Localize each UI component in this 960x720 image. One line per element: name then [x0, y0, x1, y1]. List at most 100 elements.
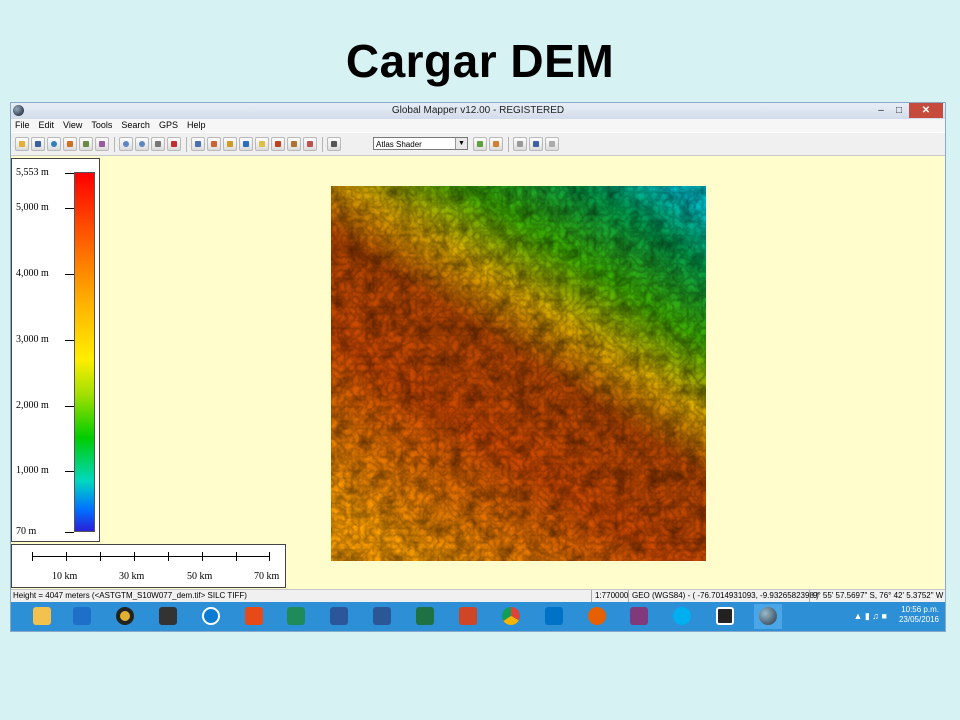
save-icon[interactable]: [31, 137, 45, 151]
gps-start-icon[interactable]: [513, 137, 527, 151]
scale-bar: 10 km 30 km 50 km 70 km: [11, 544, 286, 588]
status-divider: [809, 590, 810, 602]
status-divider: [591, 590, 592, 602]
outlook-icon[interactable]: [540, 604, 568, 629]
clock-date: 23/05/2016: [898, 615, 939, 624]
launcher-icon[interactable]: [68, 604, 96, 629]
file-explorer-icon[interactable]: [28, 604, 56, 629]
publisher-icon[interactable]: [282, 604, 310, 629]
menu-edit[interactable]: Edit: [35, 119, 60, 130]
legend-tick: [65, 173, 74, 174]
system-clock[interactable]: 10:56 p.m. 23/05/2016: [899, 605, 939, 625]
digitizer-icon[interactable]: [191, 137, 205, 151]
photos-icon[interactable]: [154, 604, 182, 629]
elevation-legend: 5,553 m 5,000 m 4,000 m 3,000 m 2,000 m …: [11, 158, 100, 542]
legend-label: 5,000 m: [16, 202, 49, 213]
scale-tick: [32, 552, 33, 561]
menu-file[interactable]: File: [11, 119, 35, 130]
shader-options-icon[interactable]: [489, 137, 503, 151]
onenote-icon[interactable]: [625, 604, 653, 629]
7zip-icon[interactable]: [711, 604, 739, 629]
status-scale: 1:770000: [595, 591, 629, 600]
word-icon[interactable]: [368, 604, 396, 629]
status-dms: 9° 55' 57.5697" S, 76° 42' 5.3752" W: [813, 591, 944, 600]
system-tray-icons[interactable]: ▲ ▮ ♫ ■: [853, 611, 887, 622]
legend-label: 70 m: [16, 526, 37, 537]
scale-label: 30 km: [119, 571, 145, 582]
gps-stop-icon[interactable]: [545, 137, 559, 151]
raster-calc-icon[interactable]: [287, 137, 301, 151]
shader-dropdown[interactable]: Atlas Shader ▼: [373, 137, 468, 150]
status-info: Height = 4047 meters (<ASTGTM_S10W077_de…: [13, 591, 247, 600]
media-player-icon[interactable]: [111, 604, 139, 629]
toolbar-separator: [322, 137, 323, 152]
zoom-out-icon[interactable]: [135, 137, 149, 151]
window-title: Global Mapper v12.00 - REGISTERED: [391, 105, 565, 116]
path-profile-icon[interactable]: [239, 137, 253, 151]
skype-icon[interactable]: [668, 604, 696, 629]
close-button[interactable]: ✕: [909, 103, 943, 118]
maximize-button[interactable]: □: [891, 103, 907, 118]
menu-help[interactable]: Help: [183, 119, 211, 130]
view-shed-icon[interactable]: [255, 137, 269, 151]
chrome-icon[interactable]: [497, 604, 525, 629]
chevron-down-icon: ▼: [455, 138, 467, 149]
zoom-in-icon[interactable]: [119, 137, 133, 151]
powerpoint-icon[interactable]: [454, 604, 482, 629]
status-divider: [628, 590, 629, 602]
app-window: Global Mapper v12.00 - REGISTERED – □ ✕ …: [10, 102, 946, 632]
grid-icon[interactable]: [303, 137, 317, 151]
legend-tick: [65, 274, 74, 275]
feature-info-icon[interactable]: [223, 137, 237, 151]
shader-dropdown-value: Atlas Shader: [376, 140, 422, 149]
office-icon[interactable]: [240, 604, 268, 629]
toolbar-separator: [508, 137, 509, 152]
measure-icon[interactable]: [207, 137, 221, 151]
menu-search[interactable]: Search: [117, 119, 155, 130]
legend-tick: [65, 532, 74, 533]
legend-tick: [65, 406, 74, 407]
legend-tick: [65, 340, 74, 341]
gps-track-icon[interactable]: [529, 137, 543, 151]
legend-tick: [65, 208, 74, 209]
copy-icon[interactable]: [63, 137, 77, 151]
scale-tick: [100, 552, 101, 561]
status-bar: Height = 4047 meters (<ASTGTM_S10W077_de…: [11, 589, 945, 602]
elevation-color-ramp: [74, 172, 95, 532]
home-icon[interactable]: [167, 137, 181, 151]
legend-label: 3,000 m: [16, 334, 49, 345]
legend-tick: [65, 471, 74, 472]
excel-icon[interactable]: [411, 604, 439, 629]
scale-label: 50 km: [187, 571, 213, 582]
menu-gps[interactable]: GPS: [155, 119, 183, 130]
menu-tools[interactable]: Tools: [87, 119, 117, 130]
3d-view-icon[interactable]: [271, 137, 285, 151]
minimize-button[interactable]: –: [873, 103, 889, 118]
scale-label: 70 km: [254, 571, 280, 582]
scale-tick: [269, 552, 270, 561]
scale-line: [32, 556, 269, 557]
palette-icon[interactable]: [473, 137, 487, 151]
scale-tick: [66, 552, 67, 561]
clock-time: 10:56 p.m.: [901, 605, 939, 614]
legend-label: 5,553 m: [16, 167, 49, 178]
map-view[interactable]: 5,553 m 5,000 m 4,000 m 3,000 m 2,000 m …: [11, 156, 945, 589]
tools-icon[interactable]: [95, 137, 109, 151]
hp-icon[interactable]: [197, 604, 225, 629]
pan-icon[interactable]: [151, 137, 165, 151]
legend-label: 1,000 m: [16, 465, 49, 476]
scale-tick: [236, 552, 237, 561]
open-folder-icon[interactable]: [15, 137, 29, 151]
dem-raster[interactable]: [331, 186, 706, 561]
toolbar-separator: [186, 137, 187, 152]
legend-label: 2,000 m: [16, 400, 49, 411]
toolbar-separator: [114, 137, 115, 152]
layers-icon[interactable]: [79, 137, 93, 151]
menu-view[interactable]: View: [59, 119, 87, 130]
visio-icon[interactable]: [325, 604, 353, 629]
toolbar: Atlas Shader ▼: [11, 133, 945, 156]
global-mapper-taskbar-icon[interactable]: [754, 604, 782, 629]
globe-icon[interactable]: [47, 137, 61, 151]
shader-settings-icon[interactable]: [327, 137, 341, 151]
firefox-icon[interactable]: [583, 604, 611, 629]
